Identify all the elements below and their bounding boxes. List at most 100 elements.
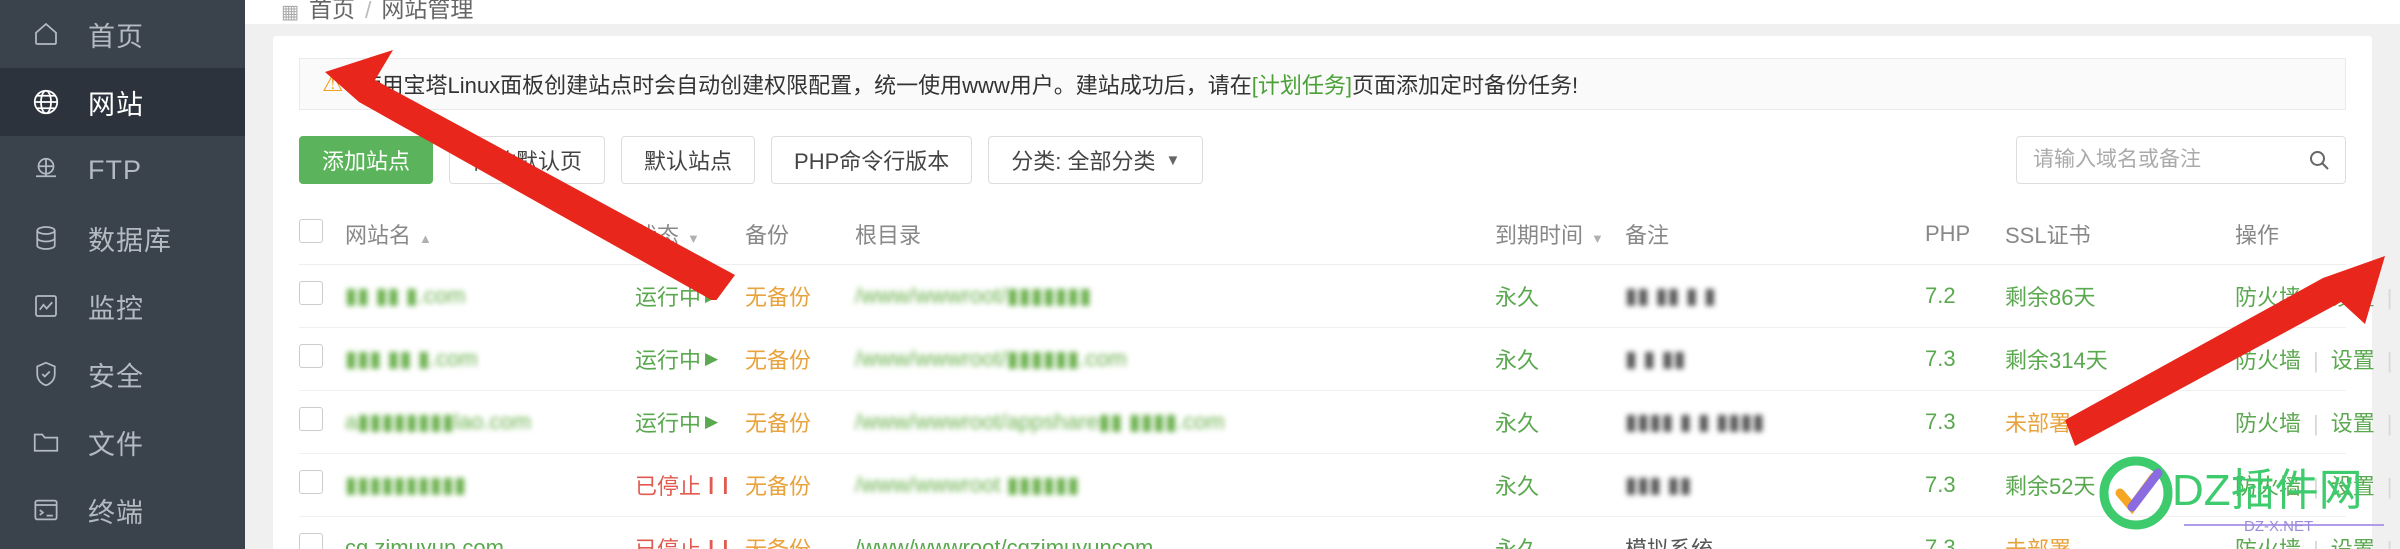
php-version-cell[interactable]: 7.3 bbox=[1925, 516, 2005, 549]
status-badge[interactable]: 运行中 ▶ bbox=[635, 343, 718, 375]
header-name[interactable]: 网站名 bbox=[345, 206, 635, 265]
status-badge[interactable]: 运行中 ▶ bbox=[635, 406, 718, 438]
site-name-cell[interactable]: cq.zimuyun.com bbox=[345, 516, 635, 549]
site-name-cell[interactable]: a▮▮▮▮▮▮▮▮lao.com bbox=[345, 390, 635, 454]
site-status-cell[interactable]: 运行中 ▶ bbox=[635, 327, 745, 391]
row-select-cell bbox=[299, 390, 345, 454]
root-dir-cell[interactable]: /www/wwwroot/▮▮▮▮▮▮.com bbox=[855, 327, 1495, 391]
site-name-cell[interactable]: ▮▮▮▮▮▮▮▮▮▮ bbox=[345, 453, 635, 517]
settings-link[interactable]: 设置 bbox=[2331, 537, 2375, 549]
sidebar-item-monitor[interactable]: 监控 bbox=[0, 272, 245, 340]
status-label: 已停止 bbox=[635, 532, 701, 549]
status-badge[interactable]: 已停止❙❙ bbox=[635, 469, 733, 501]
modify-default-page-button[interactable]: 修改默认页 bbox=[449, 136, 606, 184]
backup-cell[interactable]: 无备份 bbox=[745, 327, 855, 391]
site-name: cq.zimuyun.com bbox=[345, 535, 504, 549]
search-icon[interactable] bbox=[2307, 148, 2331, 172]
backup-status: 无备份 bbox=[745, 474, 812, 499]
firewall-link[interactable]: 防火墙 bbox=[2235, 348, 2301, 373]
backup-cell[interactable]: 无备份 bbox=[745, 516, 855, 549]
status-badge[interactable]: 已停止❙❙ bbox=[635, 532, 733, 549]
site-status-cell[interactable]: 已停止❙❙ bbox=[635, 453, 745, 517]
category-filter-dropdown[interactable]: 分类: 全部分类 ▼ bbox=[988, 136, 1204, 184]
scheduled-task-link[interactable]: [计划任务] bbox=[1252, 73, 1352, 98]
toolbar: 添加站点 修改默认页 默认站点 PHP命令行版本 分类: 全部分类 ▼ bbox=[299, 136, 2346, 184]
settings-link[interactable]: 设置 bbox=[2331, 348, 2375, 373]
select-all-checkbox[interactable] bbox=[299, 219, 323, 243]
table-row[interactable]: cq.zimuyun.com 已停止❙❙ 无备份/www/wwwroot/cqzim… bbox=[299, 516, 2392, 549]
row-checkbox[interactable] bbox=[299, 470, 323, 494]
sidebar-item-database[interactable]: 数据库 bbox=[0, 204, 245, 272]
category-filter-label: 分类: 全部分类 bbox=[1011, 149, 1156, 174]
note-cell[interactable]: ▮ ▮ ▮▮ bbox=[1625, 327, 1925, 391]
search-box[interactable] bbox=[2016, 136, 2346, 184]
root-dir-cell[interactable]: /www/wwwroot/▮▮▮▮▮▮▮ bbox=[855, 264, 1495, 328]
breadcrumb-home[interactable]: 首页 bbox=[309, 0, 355, 24]
php-version-cell[interactable]: 7.3 bbox=[1925, 390, 2005, 454]
firewall-link[interactable]: 防火墙 bbox=[2235, 474, 2301, 499]
row-checkbox[interactable] bbox=[299, 344, 323, 368]
php-version-cell[interactable]: 7.3 bbox=[1925, 327, 2005, 391]
terminal-icon bbox=[30, 494, 62, 526]
root-dir-cell[interactable]: /www/wwwroot/appshare▮▮ ▮▮▮▮.com bbox=[855, 390, 1495, 454]
row-actions-cell: 防火墙|设置|删除 bbox=[2235, 390, 2392, 454]
sidebar-item-home[interactable]: 首页 bbox=[0, 0, 245, 68]
row-checkbox[interactable] bbox=[299, 407, 323, 431]
note-cell[interactable]: ▮▮ ▮▮ ▮ ▮ bbox=[1625, 264, 1925, 328]
site-name-cell[interactable]: ▮▮▮ ▮▮ ▮.com bbox=[345, 327, 635, 391]
backup-cell[interactable]: 无备份 bbox=[745, 453, 855, 517]
default-site-button[interactable]: 默认站点 bbox=[621, 136, 756, 184]
table-row[interactable]: a▮▮▮▮▮▮▮▮lao.com 运行中 ▶ 无备份/www/wwwroot/apps… bbox=[299, 390, 2392, 454]
sidebar-item-website[interactable]: 网站 bbox=[0, 68, 245, 136]
php-version: 7.2 bbox=[1925, 283, 1956, 308]
header-status[interactable]: 状态 bbox=[635, 206, 745, 265]
header-expire[interactable]: 到期时间 bbox=[1495, 206, 1625, 265]
site-status-cell[interactable]: 运行中 ▶ bbox=[635, 264, 745, 328]
root-dir-cell[interactable]: /www/wwwroot ▮▮▮▮▮▮ bbox=[855, 453, 1495, 517]
php-version-cell[interactable]: 7.3 bbox=[1925, 453, 2005, 517]
row-checkbox[interactable] bbox=[299, 281, 323, 305]
table-row[interactable]: ▮▮▮ ▮▮ ▮.com 运行中 ▶ 无备份/www/wwwroot/▮▮▮▮▮▮.c… bbox=[299, 327, 2392, 391]
status-badge[interactable]: 运行中 ▶ bbox=[635, 280, 718, 312]
php-cli-version-button[interactable]: PHP命令行版本 bbox=[771, 136, 973, 184]
site-status-cell[interactable]: 已停止❙❙ bbox=[635, 516, 745, 549]
status-label: 运行中 bbox=[635, 285, 702, 310]
settings-link[interactable]: 设置 bbox=[2331, 285, 2375, 310]
sidebar-item-files[interactable]: 文件 bbox=[0, 408, 245, 476]
monitor-icon bbox=[30, 290, 62, 322]
expire-date: 永久 bbox=[1495, 348, 1540, 373]
backup-cell[interactable]: 无备份 bbox=[745, 264, 855, 328]
pause-icon: ❙❙ bbox=[704, 538, 733, 549]
root-dir: /www/wwwroot/cqzimuyuncom bbox=[855, 535, 1154, 549]
note-cell[interactable]: ▮▮▮▮ ▮ ▮ ▮▮▮▮ bbox=[1625, 390, 1925, 454]
settings-link[interactable]: 设置 bbox=[2331, 474, 2375, 499]
firewall-link[interactable]: 防火墙 bbox=[2235, 285, 2301, 310]
settings-link[interactable]: 设置 bbox=[2331, 411, 2375, 436]
header-root: 根目录 bbox=[855, 206, 1495, 265]
note-cell[interactable]: 模拟系统 bbox=[1625, 516, 1925, 549]
php-version-cell[interactable]: 7.2 bbox=[1925, 264, 2005, 328]
search-input[interactable] bbox=[2033, 148, 2307, 172]
add-site-button[interactable]: 添加站点 bbox=[299, 136, 434, 184]
sidebar-item-security[interactable]: 安全 bbox=[0, 340, 245, 408]
root-dir: /www/wwwroot/▮▮▮▮▮▮.com bbox=[855, 346, 1127, 371]
table-row[interactable]: ▮▮▮▮▮▮▮▮▮▮ 已停止 ❙❙ 无备份/www/wwwroot ▮▮▮▮▮▮ 永久 ▮… bbox=[299, 453, 2392, 517]
ssl-cell[interactable]: 剩余52天 bbox=[2005, 453, 2235, 517]
table-row[interactable]: ▮▮ ▮▮ ▮.com 运行中 ▶ 无备份/www/wwwroot/▮▮▮▮▮▮▮ 永久… bbox=[299, 264, 2392, 328]
site-name-cell[interactable]: ▮▮ ▮▮ ▮.com bbox=[345, 264, 635, 328]
ssl-cell[interactable]: 未部署 bbox=[2005, 390, 2235, 454]
ssl-cell[interactable]: 未部署 bbox=[2005, 516, 2235, 549]
row-checkbox[interactable] bbox=[299, 533, 323, 549]
backup-cell[interactable]: 无备份 bbox=[745, 390, 855, 454]
sidebar-item-ftp[interactable]: FTP bbox=[0, 136, 245, 204]
action-separator: | bbox=[2313, 285, 2319, 310]
ssl-cell[interactable]: 剩余86天 bbox=[2005, 264, 2235, 328]
note-cell[interactable]: ▮▮▮ ▮▮ bbox=[1625, 453, 1925, 517]
ssl-cell[interactable]: 剩余314天 bbox=[2005, 327, 2235, 391]
root-dir-cell[interactable]: /www/wwwroot/cqzimuyuncom bbox=[855, 516, 1495, 549]
sidebar-item-label: 终端 bbox=[88, 497, 144, 528]
sidebar-item-terminal[interactable]: 终端 bbox=[0, 476, 245, 544]
firewall-link[interactable]: 防火墙 bbox=[2235, 411, 2301, 436]
site-status-cell[interactable]: 运行中 ▶ bbox=[635, 390, 745, 454]
firewall-link[interactable]: 防火墙 bbox=[2235, 537, 2301, 549]
